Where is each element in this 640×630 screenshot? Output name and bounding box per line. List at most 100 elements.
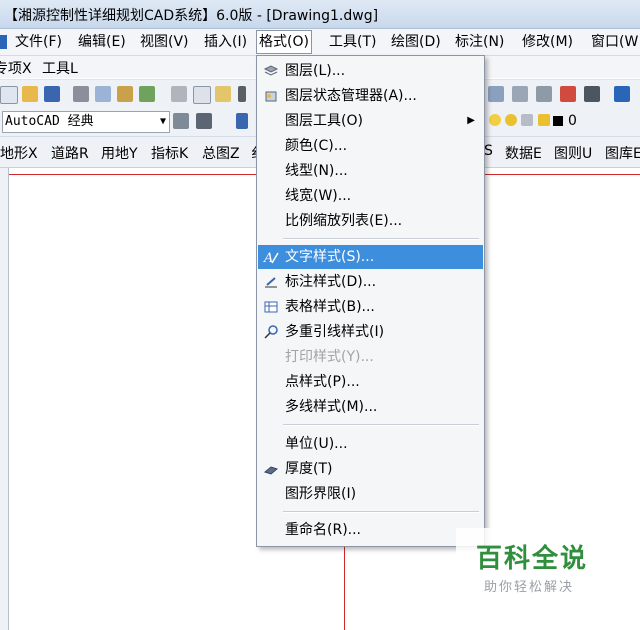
menu-insert[interactable]: 插入(I) xyxy=(201,32,250,52)
menu-edit[interactable]: 编辑(E) xyxy=(75,32,129,52)
menu-indicator[interactable]: 指标K xyxy=(151,143,188,163)
menu-item-label: 比例缩放列表(E)... xyxy=(285,213,403,229)
menu-item-label: 图层(L)... xyxy=(285,63,346,79)
menu-draw[interactable]: 绘图(D) xyxy=(388,32,444,52)
menu-format[interactable]: 格式(O) xyxy=(256,30,312,54)
title-bar: 【湘源控制性详细规划CAD系统】6.0版 - [Drawing1.dwg] xyxy=(0,0,640,29)
menu-item-color[interactable]: 颜色(C)... xyxy=(258,134,483,158)
menu-item-table-style[interactable]: 表格样式(B)... xyxy=(258,295,483,319)
menu-item-label: 点样式(P)... xyxy=(285,374,360,390)
menu-view[interactable]: 视图(V) xyxy=(137,32,192,52)
menu-item-layer[interactable]: 图层(L)... xyxy=(258,59,483,83)
menu-s[interactable]: S xyxy=(484,143,493,159)
menu-item-plot-style: 打印样式(Y)... xyxy=(258,345,483,369)
open-folder-icon[interactable] xyxy=(22,86,38,102)
menu-terrain[interactable]: 地形X xyxy=(0,143,38,163)
menu-item-text-style[interactable]: A 文字样式(S)... xyxy=(258,245,483,269)
save-icon[interactable] xyxy=(44,86,60,102)
layer-state-icon xyxy=(265,91,277,102)
menu-item-label: 线宽(W)... xyxy=(285,188,352,204)
menu-separator xyxy=(283,238,479,240)
workspace-save-icon[interactable] xyxy=(196,113,212,129)
menu-item-lineweight[interactable]: 线宽(W)... xyxy=(258,184,483,208)
menu-modify[interactable]: 修改(M) xyxy=(519,32,576,52)
menu-item-dimension-style[interactable]: 标注样式(D)... xyxy=(258,270,483,294)
menu-item-point-style[interactable]: 点样式(P)... xyxy=(258,370,483,394)
layer-viewport-icon[interactable] xyxy=(521,114,533,126)
current-layer-name[interactable]: 0 xyxy=(568,113,577,129)
menu-item-layer-tools[interactable]: 图层工具(O) ▶ xyxy=(258,109,483,133)
menu-item-label: 多线样式(M)... xyxy=(285,399,378,415)
plot-icon[interactable] xyxy=(139,86,155,102)
menu-data[interactable]: 数据E xyxy=(505,143,542,163)
paste-icon[interactable] xyxy=(215,86,231,102)
cut-icon[interactable] xyxy=(171,86,187,102)
app-icon[interactable] xyxy=(0,35,7,49)
format-menu-dropdown: 图层(L)... 图层状态管理器(A)... 图层工具(O) ▶ 颜色(C)..… xyxy=(256,55,485,547)
watermark-subtitle: 助你轻松解决 xyxy=(484,580,575,595)
design-center-icon[interactable] xyxy=(512,86,528,102)
menu-item-label: 图层工具(O) xyxy=(285,113,363,129)
menu-item-units[interactable]: 单位(U)... xyxy=(258,432,483,456)
copy-icon[interactable] xyxy=(193,86,211,104)
workspace-combo[interactable]: AutoCAD 经典 ▼ xyxy=(2,111,170,133)
menu-tool-l[interactable]: 工具L xyxy=(42,58,78,78)
text-style-icon: A xyxy=(263,251,279,265)
dim-style-icon xyxy=(265,277,277,288)
menu-site-plan[interactable]: 总图Z xyxy=(202,143,240,163)
menu-item-multiline-style[interactable]: 多线样式(M)... xyxy=(258,395,483,419)
tool-palettes-icon[interactable] xyxy=(536,86,552,102)
menu-tools[interactable]: 工具(T) xyxy=(326,32,379,52)
chevron-down-icon[interactable]: ▼ xyxy=(160,112,166,132)
menu-window[interactable]: 窗口(W xyxy=(588,32,640,52)
menu-item-multileader-style[interactable]: 多重引线样式(I) xyxy=(258,320,483,344)
menu-dimension[interactable]: 标注(N) xyxy=(452,32,507,52)
menu-item-label: 图层状态管理器(A)... xyxy=(285,88,417,104)
menu-item-thickness[interactable]: 厚度(T) xyxy=(258,457,483,481)
menu-road[interactable]: 道路R xyxy=(51,143,89,163)
menu-bar: 文件(F) 编辑(E) 视图(V) 插入(I) 格式(O) 工具(T) 绘图(D… xyxy=(0,29,640,56)
menu-item-label: 打印样式(Y)... xyxy=(285,349,374,365)
menu-special[interactable]: 专项X xyxy=(0,58,32,78)
menu-item-label: 线型(N)... xyxy=(285,163,348,179)
thickness-icon xyxy=(263,466,279,475)
workspace-settings-icon[interactable] xyxy=(173,113,189,129)
menu-item-scale-list[interactable]: 比例缩放列表(E)... xyxy=(258,209,483,233)
menu-item-label: 重命名(R)... xyxy=(285,522,362,538)
calculator-icon[interactable] xyxy=(584,86,600,102)
menu-item-label: 单位(U)... xyxy=(285,436,348,452)
menu-item-linetype[interactable]: 线型(N)... xyxy=(258,159,483,183)
menu-land-use[interactable]: 用地Y xyxy=(101,143,138,163)
watermark-title: 百科全说 xyxy=(476,544,589,574)
menu-item-label: 多重引线样式(I) xyxy=(285,324,385,340)
svg-text:A: A xyxy=(263,251,273,265)
menu-file[interactable]: 文件(F) xyxy=(12,32,65,52)
menu-item-drawing-limits[interactable]: 图形界限(I) xyxy=(258,482,483,506)
menu-item-layer-state-manager[interactable]: 图层状态管理器(A)... xyxy=(258,84,483,108)
layer-color-icon xyxy=(553,116,563,126)
new-file-icon[interactable] xyxy=(0,86,18,104)
watermark: 百科全说 助你轻松解决 xyxy=(456,528,616,608)
help-icon[interactable] xyxy=(614,86,630,102)
layer-on-icon[interactable] xyxy=(489,114,501,126)
match-properties-icon[interactable] xyxy=(238,86,246,102)
sheet-set-icon[interactable] xyxy=(560,86,576,102)
menu-item-label: 文字样式(S)... xyxy=(285,249,375,265)
publish-icon[interactable] xyxy=(117,86,133,102)
workspace-combo-value: AutoCAD 经典 xyxy=(5,114,94,129)
print-preview-icon[interactable] xyxy=(95,86,111,102)
left-toolbar xyxy=(0,168,9,630)
properties-icon[interactable] xyxy=(488,86,504,102)
menu-item-label: 表格样式(B)... xyxy=(285,299,375,315)
layer-properties-icon[interactable] xyxy=(236,113,248,129)
table-style-icon xyxy=(264,301,278,313)
layers-icon xyxy=(263,65,279,76)
layer-thaw-icon[interactable] xyxy=(505,114,517,126)
menu-item-rename[interactable]: 重命名(R)... xyxy=(258,518,483,542)
print-icon[interactable] xyxy=(73,86,89,102)
layer-unlock-icon[interactable] xyxy=(538,114,550,126)
menu-item-label: 图形界限(I) xyxy=(285,486,357,502)
submenu-arrow-icon: ▶ xyxy=(467,115,475,126)
menu-library[interactable]: 图库E xyxy=(605,143,640,163)
menu-drawing-rules[interactable]: 图则U xyxy=(554,143,592,163)
